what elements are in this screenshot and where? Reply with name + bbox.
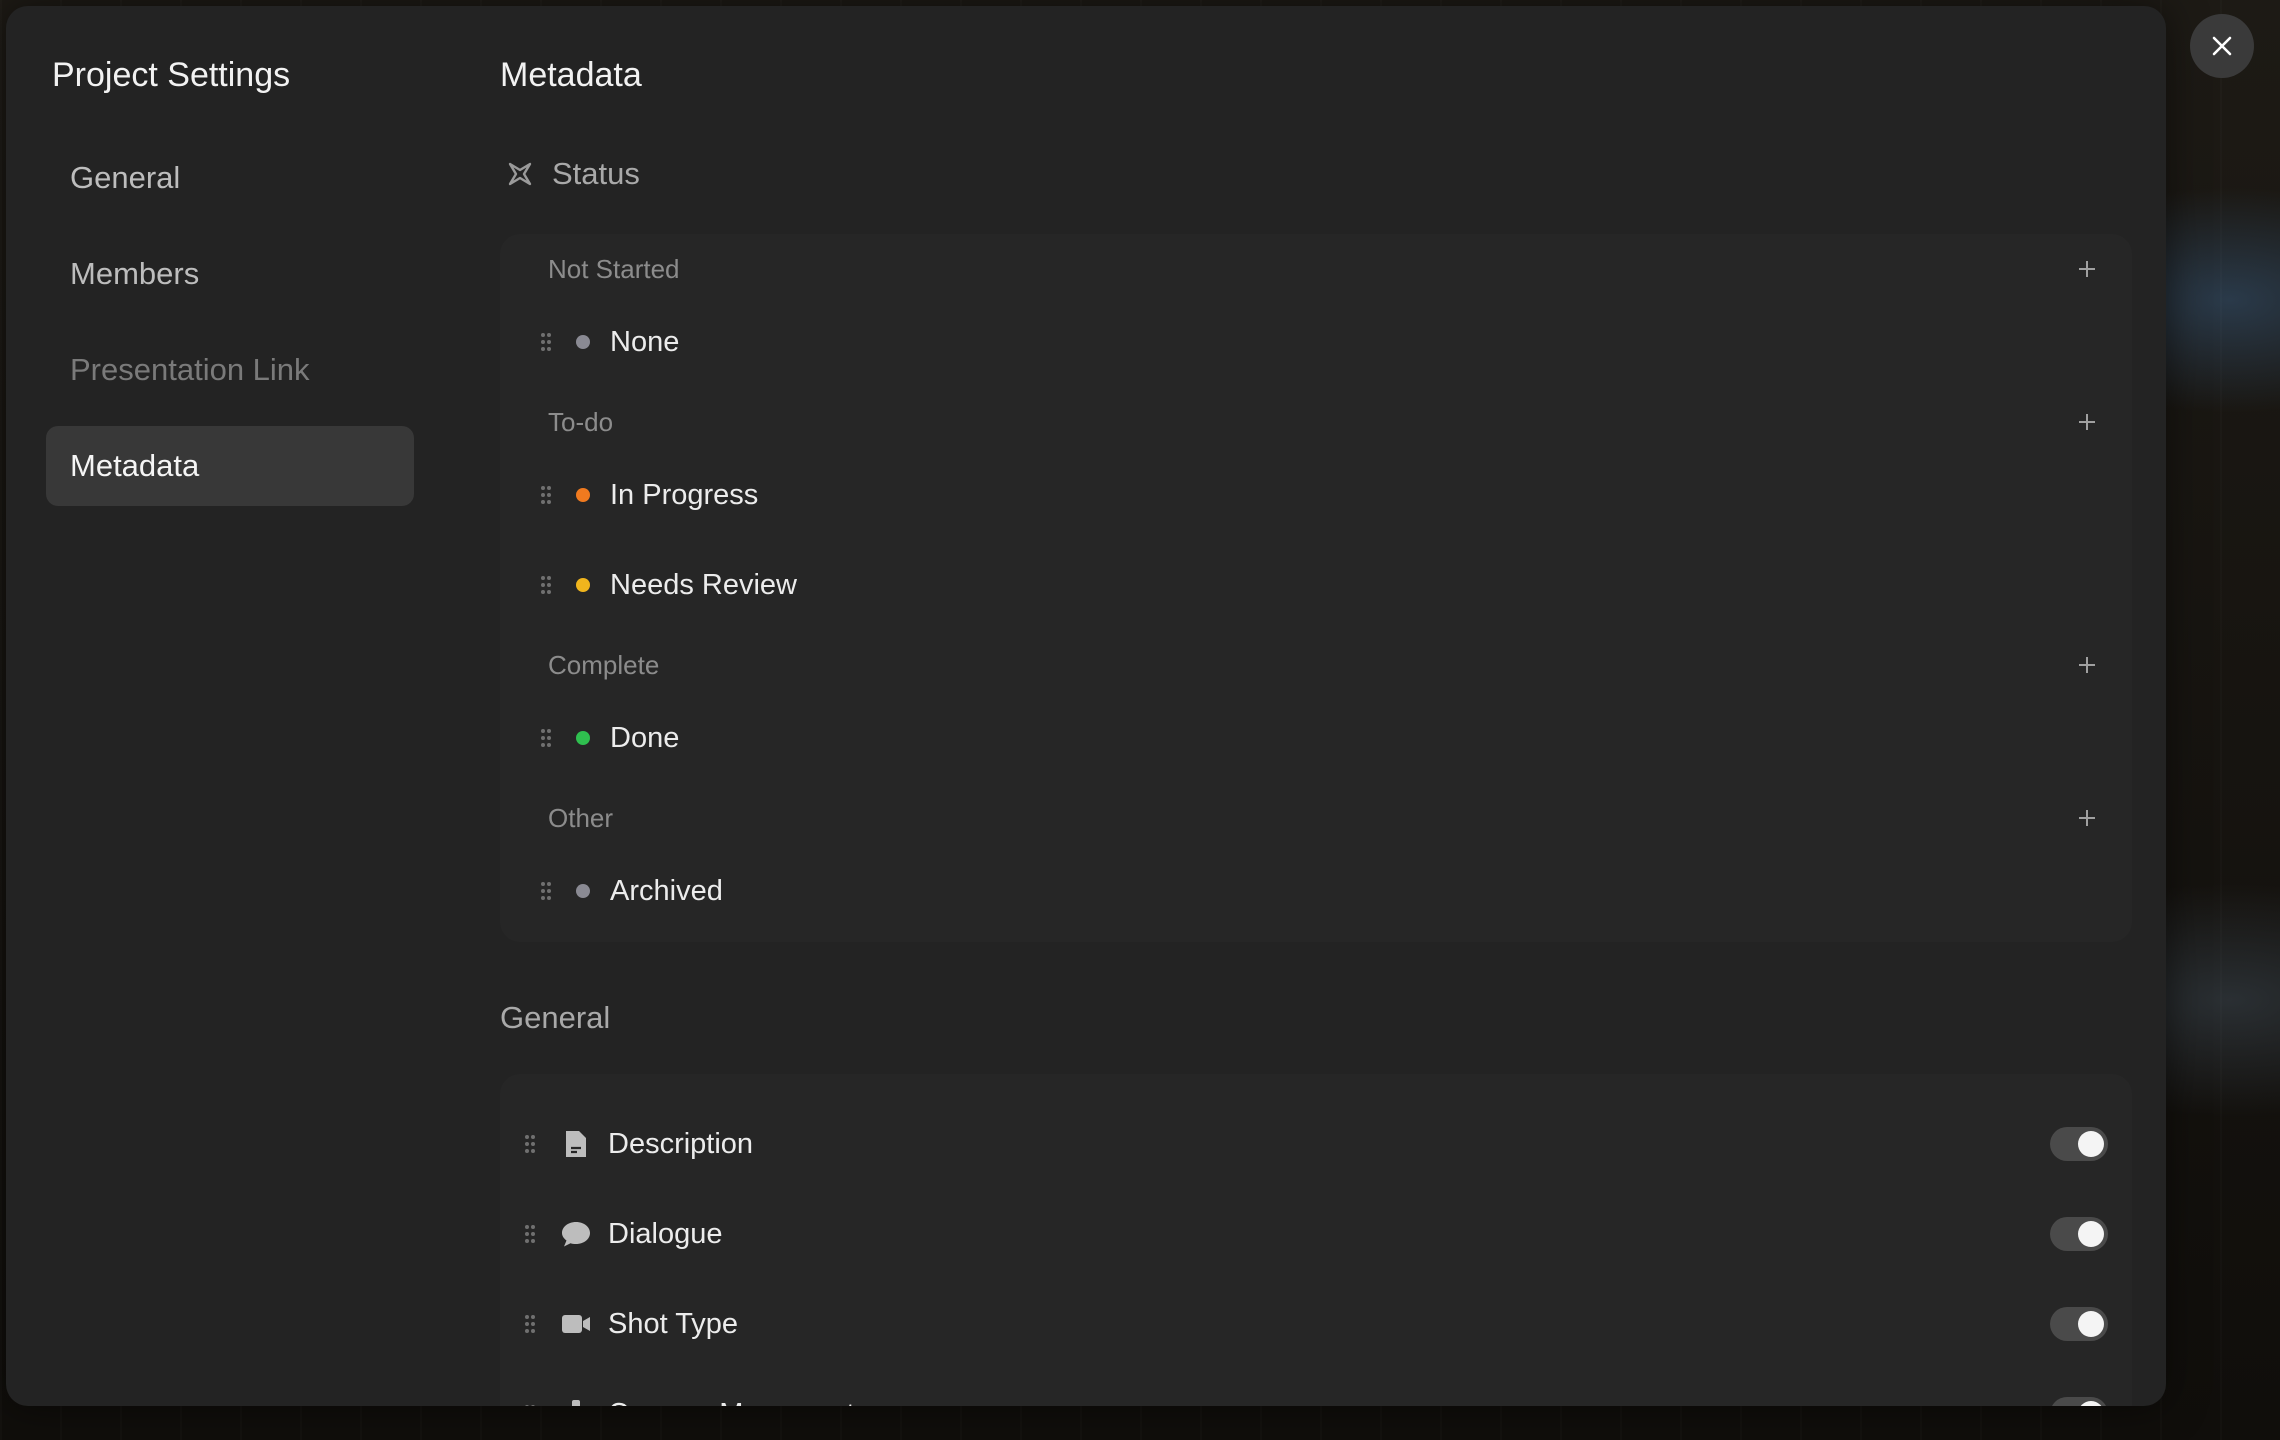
status-color-dot <box>576 578 590 592</box>
sidebar-item-members[interactable]: Members <box>46 234 414 314</box>
drag-handle-icon[interactable] <box>524 1404 540 1406</box>
sidebar-item-metadata[interactable]: Metadata <box>46 426 414 506</box>
project-settings-modal: Project Settings General Members Present… <box>6 6 2166 1406</box>
status-group-label: Complete <box>548 650 660 680</box>
toggle-knob <box>2078 1131 2104 1157</box>
drag-handle-icon[interactable] <box>540 332 556 352</box>
status-color-dot <box>576 731 590 745</box>
status-section-label: Status <box>552 156 640 191</box>
status-item-label: None <box>610 325 680 358</box>
toggle-knob <box>2078 1401 2104 1406</box>
general-fields-card: Description Dialogue Shot Type <box>500 1074 2132 1406</box>
drag-handle-icon[interactable] <box>540 881 556 901</box>
status-item-label: Needs Review <box>610 568 797 601</box>
shot-type-toggle[interactable] <box>2050 1307 2108 1341</box>
general-section-header: General <box>500 1000 611 1035</box>
field-label: Description <box>608 1127 754 1160</box>
add-status-button[interactable] <box>2072 650 2102 680</box>
add-status-button[interactable] <box>2072 407 2102 437</box>
status-item[interactable]: Archived <box>540 871 723 911</box>
status-section-header: Status <box>506 156 640 192</box>
page-title: Metadata <box>500 56 642 94</box>
plus-icon <box>2079 657 2095 673</box>
status-color-dot <box>576 488 590 502</box>
status-item-label: Done <box>610 721 680 754</box>
status-item[interactable]: None <box>540 322 679 362</box>
drag-handle-icon[interactable] <box>540 485 556 505</box>
field-row-camera-movement: Camera Movement <box>524 1394 2108 1406</box>
plus-icon <box>2079 810 2095 826</box>
document-icon <box>560 1128 592 1160</box>
field-label: Shot Type <box>608 1307 739 1340</box>
close-button[interactable] <box>2190 14 2254 78</box>
field-label: Camera Movement <box>608 1398 855 1407</box>
drag-handle-icon[interactable] <box>540 575 556 595</box>
status-color-dot <box>576 884 590 898</box>
drag-handle-icon[interactable] <box>524 1224 540 1244</box>
field-row-dialogue: Dialogue <box>524 1214 2108 1254</box>
sidebar-item-general[interactable]: General <box>46 138 414 218</box>
status-item[interactable]: In Progress <box>540 475 758 515</box>
speech-bubble-icon <box>560 1218 592 1250</box>
field-label: Dialogue <box>608 1217 723 1250</box>
status-card: Not Started None To-do In Progress Needs… <box>500 234 2132 942</box>
camera-movement-toggle[interactable] <box>2050 1397 2108 1406</box>
add-status-button[interactable] <box>2072 254 2102 284</box>
move-arrows-icon <box>560 1398 592 1406</box>
drag-handle-icon[interactable] <box>540 728 556 748</box>
status-item-label: In Progress <box>610 478 759 511</box>
plus-icon <box>2079 414 2095 430</box>
field-row-shot-type: Shot Type <box>524 1304 2108 1344</box>
status-item-label: Archived <box>610 874 723 907</box>
sidebar-title: Project Settings <box>52 56 291 94</box>
description-toggle[interactable] <box>2050 1127 2108 1161</box>
drag-handle-icon[interactable] <box>524 1134 540 1154</box>
status-group-label: To-do <box>548 407 614 437</box>
sidebar-item-presentation-link[interactable]: Presentation Link <box>46 330 414 410</box>
status-item[interactable]: Done <box>540 718 679 758</box>
status-color-dot <box>576 335 590 349</box>
drag-handle-icon[interactable] <box>524 1314 540 1334</box>
status-icon <box>506 160 534 188</box>
add-status-button[interactable] <box>2072 803 2102 833</box>
video-camera-icon <box>560 1308 592 1340</box>
status-item[interactable]: Needs Review <box>540 565 797 605</box>
status-group-label: Other <box>548 803 614 833</box>
toggle-knob <box>2078 1221 2104 1247</box>
status-group-label: Not Started <box>548 254 680 284</box>
close-icon <box>2212 36 2232 56</box>
plus-icon <box>2079 261 2095 277</box>
field-row-description: Description <box>524 1124 2108 1164</box>
dialogue-toggle[interactable] <box>2050 1217 2108 1251</box>
toggle-knob <box>2078 1311 2104 1337</box>
